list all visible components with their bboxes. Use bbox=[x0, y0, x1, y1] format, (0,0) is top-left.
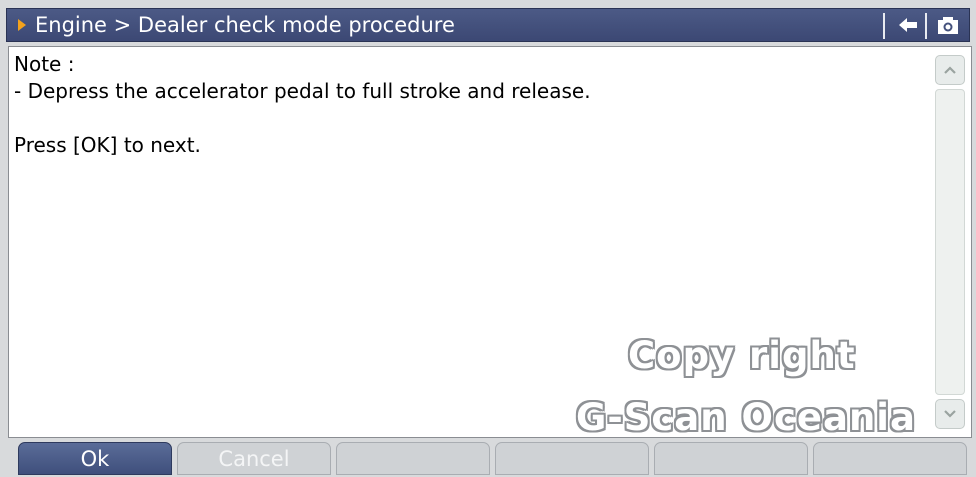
watermark-line-1: Copy right bbox=[628, 334, 856, 377]
screen: Engine > Dealer check mode procedure Not… bbox=[0, 0, 976, 477]
chevron-down-icon bbox=[944, 410, 956, 418]
vertical-scrollbar[interactable] bbox=[935, 55, 965, 429]
message-panel: Note : - Depress the accelerator pedal t… bbox=[8, 46, 972, 438]
title-bar: Engine > Dealer check mode procedure bbox=[6, 8, 970, 42]
message-line: - Depress the accelerator pedal to full … bbox=[14, 79, 591, 103]
function-button-3[interactable] bbox=[336, 442, 490, 475]
function-button-5[interactable] bbox=[654, 442, 808, 475]
ok-button[interactable]: Ok bbox=[18, 442, 172, 475]
chevron-up-icon bbox=[944, 66, 956, 74]
function-button-6[interactable] bbox=[813, 442, 967, 475]
back-button[interactable] bbox=[891, 9, 925, 41]
message-content: Note : - Depress the accelerator pedal t… bbox=[14, 51, 924, 159]
function-button-4[interactable] bbox=[495, 442, 649, 475]
message-line: Press [OK] to next. bbox=[14, 133, 201, 157]
title-divider bbox=[925, 13, 927, 39]
page-title: Engine > Dealer check mode procedure bbox=[35, 13, 455, 37]
title-arrow-icon bbox=[18, 19, 26, 31]
scroll-track[interactable] bbox=[935, 89, 965, 395]
watermark-line-2: G-Scan Oceania bbox=[576, 396, 916, 439]
back-arrow-icon bbox=[899, 18, 917, 32]
camera-button[interactable] bbox=[931, 9, 965, 41]
camera-icon bbox=[938, 17, 958, 34]
cancel-button[interactable]: Cancel bbox=[177, 442, 331, 475]
message-line: Note : bbox=[14, 52, 75, 76]
message-line bbox=[14, 105, 924, 132]
title-divider bbox=[883, 13, 885, 39]
scroll-up-button[interactable] bbox=[935, 55, 965, 85]
scroll-down-button[interactable] bbox=[935, 399, 965, 429]
function-button-bar: Ok Cancel bbox=[0, 442, 976, 477]
